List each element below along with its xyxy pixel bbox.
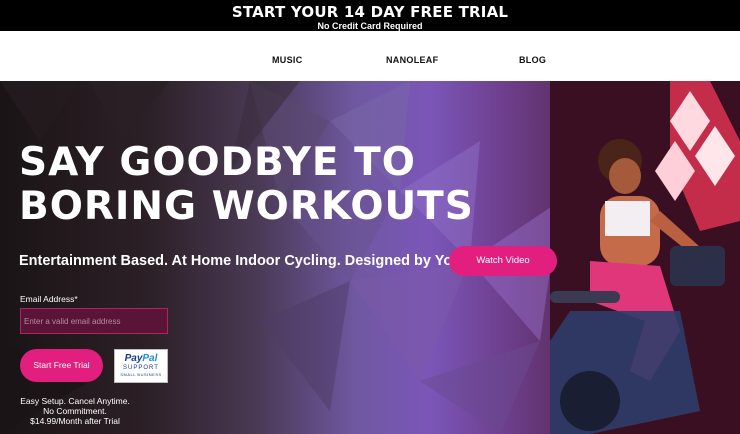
paypal-support-badge: PayPal SUPPORT SMALL BUSINESS [114, 349, 168, 383]
rider-photo [550, 81, 740, 434]
fine-print-line: Easy Setup. Cancel Anytime. [20, 396, 130, 406]
hero-subheadline: Entertainment Based. At Home Indoor Cycl… [19, 253, 466, 269]
paypal-logo-pal: Pal [142, 353, 158, 364]
hero-section: SAY GOODBYE TO BORING WORKOUTS Entertain… [0, 81, 740, 434]
watch-video-button[interactable]: Watch Video [449, 246, 557, 276]
paypal-logo-pay: Pay [124, 353, 143, 364]
nav-item-nanoleaf[interactable]: NANOLEAF [386, 55, 438, 65]
email-field[interactable]: Enter a valid email address [20, 308, 168, 334]
main-nav: MUSIC NANOLEAF BLOG [0, 31, 740, 81]
hero-headline: SAY GOODBYE TO BORING WORKOUTS [19, 141, 474, 229]
promo-banner[interactable]: START YOUR 14 DAY FREE TRIAL No Credit C… [0, 0, 740, 31]
fine-print-line: No Commitment. [43, 406, 107, 416]
paypal-badge-line2: SMALL BUSINESS [120, 372, 162, 377]
fine-print: Easy Setup. Cancel Anytime. No Commitmen… [20, 396, 130, 426]
hero-headline-line1: SAY GOODBYE TO [19, 140, 416, 185]
email-label: Email Address* [20, 294, 78, 304]
promo-headline: START YOUR 14 DAY FREE TRIAL [231, 3, 509, 21]
nav-item-blog[interactable]: BLOG [519, 55, 546, 65]
paypal-badge-line1: SUPPORT [123, 365, 159, 371]
fine-print-line: $14.99/Month after Trial [30, 416, 120, 426]
start-free-trial-button[interactable]: Start Free Trial [20, 349, 103, 382]
paypal-logo: PayPal [115, 353, 167, 364]
promo-subline: No Credit Card Required [317, 21, 423, 31]
nav-item-music[interactable]: MUSIC [272, 55, 303, 65]
hero-headline-line2: BORING WORKOUTS [19, 184, 474, 229]
